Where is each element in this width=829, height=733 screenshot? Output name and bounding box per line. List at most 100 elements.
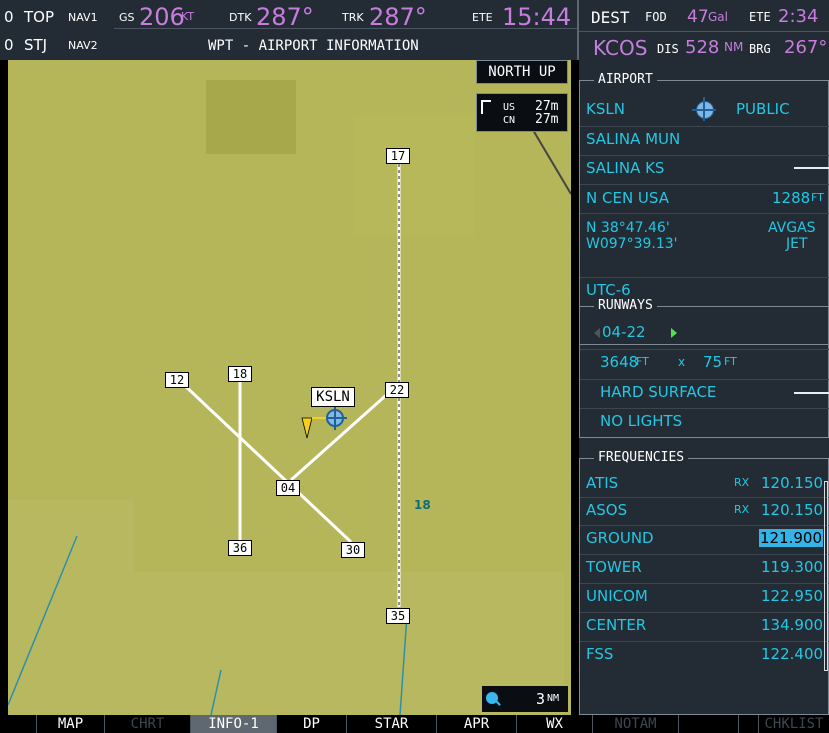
moving-map[interactable]: 17 35 12 30 18 36 04 22 KSLN 18 <box>8 60 571 715</box>
gs-unit: KT <box>181 10 195 23</box>
frequency-value[interactable]: 120.150 <box>761 469 823 497</box>
frequency-row[interactable]: TOWER 119.300 <box>580 553 828 581</box>
airport-region: N CEN USA <box>586 189 669 207</box>
frequency-name: FSS <box>586 645 614 663</box>
runway-length-unit: FT <box>636 355 649 368</box>
dest-divider <box>579 31 829 32</box>
softkey-wx[interactable]: WX <box>516 715 592 733</box>
ete-label: ETE <box>472 11 493 24</box>
airport-ident-row[interactable]: KSLN PUBLIC <box>580 95 828 123</box>
wind-flag-icon <box>481 100 483 114</box>
trk-value: 287° <box>369 3 427 31</box>
runway-previous-icon[interactable] <box>594 328 600 338</box>
airport-group-title: AIRPORT <box>594 71 657 89</box>
dis-unit: NM <box>724 40 744 54</box>
trk-label: TRK <box>342 11 364 24</box>
airport-map-label: KSLN <box>311 387 355 407</box>
airport-fuel-1: AVGAS <box>768 220 816 236</box>
airport-longitude: W097°39.13' <box>586 236 678 252</box>
map-number-label: 18 <box>414 498 431 512</box>
softkey-map[interactable]: MAP <box>36 715 104 733</box>
runway-12-label: 12 <box>165 372 189 388</box>
gs-label: GS <box>119 11 135 24</box>
softkey-blank-right[interactable] <box>678 715 738 733</box>
runways-group-title: RUNWAYS <box>594 297 657 315</box>
nav-status-bar: 0 TOP NAV1 0 STJ NAV2 GS 206 KT DTK 287°… <box>0 0 579 60</box>
wind-indicator: US 27m CN 27m <box>476 93 568 132</box>
runway-surface-marker <box>794 392 829 394</box>
frequencies-group-title: FREQUENCIES <box>594 449 689 467</box>
frequency-value[interactable]: 122.400 <box>761 640 823 668</box>
fod-unit: Gal <box>708 10 728 24</box>
airport-name-row: SALINA MUN <box>580 125 828 153</box>
softkey-chart[interactable]: CHRT <box>104 715 190 733</box>
runway-22-label: 22 <box>385 382 409 398</box>
frequency-scrollbar[interactable] <box>824 481 828 671</box>
runway-x-symbol: x <box>678 355 686 369</box>
page-title: WPT - AIRPORT INFORMATION <box>208 38 419 54</box>
runway-length: 3648 <box>600 353 639 371</box>
frequency-value[interactable]: 119.300 <box>761 553 823 581</box>
north-up-button[interactable]: NORTH UP <box>476 60 568 84</box>
airport-type-icon <box>703 97 705 121</box>
airport-elevation-unit: FT <box>811 191 824 204</box>
frequency-value[interactable]: 134.900 <box>761 611 823 639</box>
frequency-row[interactable]: CENTER 134.900 <box>580 611 828 639</box>
frequency-name: CENTER <box>586 616 647 634</box>
destination-bar: DEST FOD 47 Gal ETE 2:34 KCOS DIS 528 NM… <box>579 0 829 60</box>
wind-cn-value: 27m <box>535 112 559 127</box>
dis-value: 528 <box>685 37 720 58</box>
dest-ident: KCOS <box>593 36 648 60</box>
airport-city-row: SALINA KS <box>580 154 829 182</box>
airport-elevation: 1288 <box>772 189 811 207</box>
frequency-row[interactable]: FSS 122.400 <box>580 640 828 668</box>
status-divider <box>114 28 577 29</box>
magnifier-icon <box>495 700 501 706</box>
dest-ete-value: 2:34 <box>778 6 819 27</box>
terrain-block <box>223 642 320 702</box>
airport-city-marker <box>794 167 829 169</box>
fod-value: 47 <box>687 7 709 27</box>
frequency-name: TOWER <box>586 558 642 576</box>
airport-ident[interactable]: KSLN <box>586 95 625 123</box>
runway-selector-row[interactable]: 04-22 <box>580 318 828 346</box>
frequency-value[interactable]: 122.950 <box>761 582 823 610</box>
nav2-prefix: 0 <box>4 36 14 54</box>
softkey-star[interactable]: STAR <box>346 715 436 733</box>
nav2-ident: STJ <box>24 36 48 54</box>
softkey-apr[interactable]: APR <box>436 715 516 733</box>
frequency-row[interactable]: UNICOM 122.950 <box>580 582 828 610</box>
scale-unit: NM <box>547 693 560 704</box>
nav2-label: NAV2 <box>68 39 98 52</box>
runway-width: 75 <box>703 353 723 371</box>
airport-divider <box>580 213 829 214</box>
selected-frequency-value[interactable]: 121.900 <box>759 529 823 547</box>
softkey-bar: MAP CHRT INFO-1 DP STAR APR WX NOTAM CHK… <box>0 715 829 733</box>
runway-35-label: 35 <box>386 608 410 624</box>
softkey-blank-left[interactable] <box>0 715 36 733</box>
runway-next-icon[interactable] <box>671 328 677 338</box>
runway-30-label: 30 <box>341 542 365 558</box>
softkey-info-1[interactable]: INFO-1 <box>190 715 276 733</box>
softkey-dp[interactable]: DP <box>276 715 346 733</box>
runway-selected[interactable]: 04-22 <box>602 318 646 346</box>
runway-36-label: 36 <box>228 540 252 556</box>
nav1-label: NAV1 <box>68 11 98 24</box>
frequency-value[interactable]: 120.150 <box>761 496 823 524</box>
airport-info-panel: AIRPORT KSLN PUBLIC SALINA MUN SALINA KS… <box>579 60 829 715</box>
frequency-row[interactable]: ATIS RX 120.150 <box>580 469 828 497</box>
softkey-checklist[interactable]: CHKLIST <box>758 715 829 733</box>
terrain-block <box>8 606 82 715</box>
frequency-rx: RX <box>734 476 750 489</box>
softkey-notam[interactable]: NOTAM <box>592 715 678 733</box>
frequency-name: UNICOM <box>586 587 648 605</box>
ete-value: 15:44 <box>502 3 572 31</box>
frequency-row[interactable]: ASOS RX 120.150 <box>580 496 828 524</box>
frequency-row[interactable]: GROUND 121.900 <box>580 524 828 552</box>
airport-name: SALINA MUN <box>586 130 681 148</box>
terrain-map <box>8 60 571 715</box>
dtk-label: DTK <box>229 11 252 24</box>
wind-us-label: US <box>503 102 516 113</box>
runway-04-label: 04 <box>276 480 300 496</box>
softkey-blank-small[interactable] <box>738 715 758 733</box>
